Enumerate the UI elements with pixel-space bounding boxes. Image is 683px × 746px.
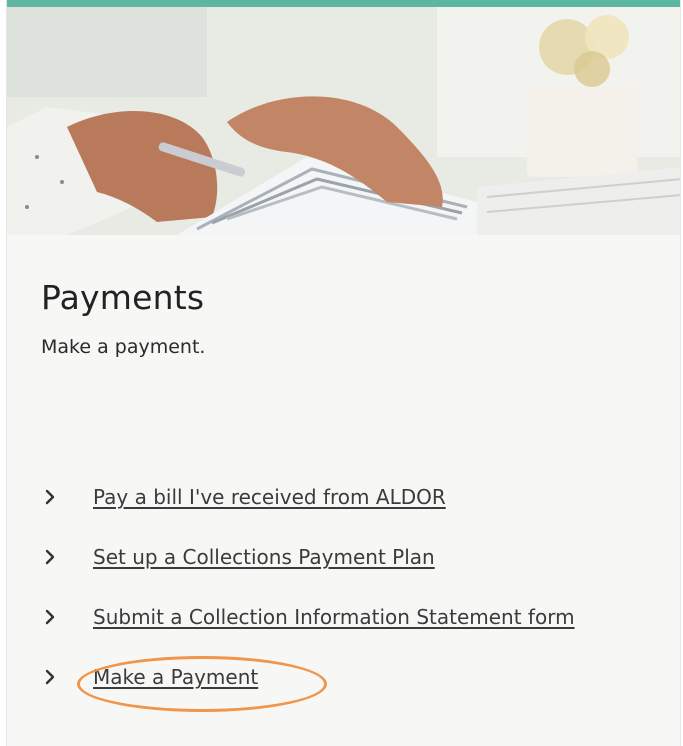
collection-information-statement-link[interactable]: Submit a Collection Information Statemen… [93, 605, 575, 629]
pay-bill-link[interactable]: Pay a bill I've received from ALDOR [93, 485, 446, 509]
chevron-right-icon [45, 669, 55, 685]
list-item: Set up a Collections Payment Plan [41, 542, 575, 572]
collections-payment-plan-link[interactable]: Set up a Collections Payment Plan [93, 545, 435, 569]
payments-card: Payments Make a payment. Pay a bill I've… [6, 0, 681, 746]
chevron-right-icon [45, 489, 55, 505]
list-item: Make a Payment [41, 662, 575, 692]
chevron-right-icon [45, 549, 55, 565]
hero-image [7, 7, 680, 235]
make-a-payment-link[interactable]: Make a Payment [93, 665, 258, 689]
card-accent-bar [7, 0, 680, 7]
card-title: Payments [41, 278, 205, 317]
list-item: Pay a bill I've received from ALDOR [41, 482, 575, 512]
hero-illustration [7, 7, 680, 235]
payment-links-list: Pay a bill I've received from ALDOR Set … [41, 482, 575, 722]
list-item: Submit a Collection Information Statemen… [41, 602, 575, 632]
chevron-right-icon [45, 609, 55, 625]
card-subtitle: Make a payment. [41, 336, 206, 358]
